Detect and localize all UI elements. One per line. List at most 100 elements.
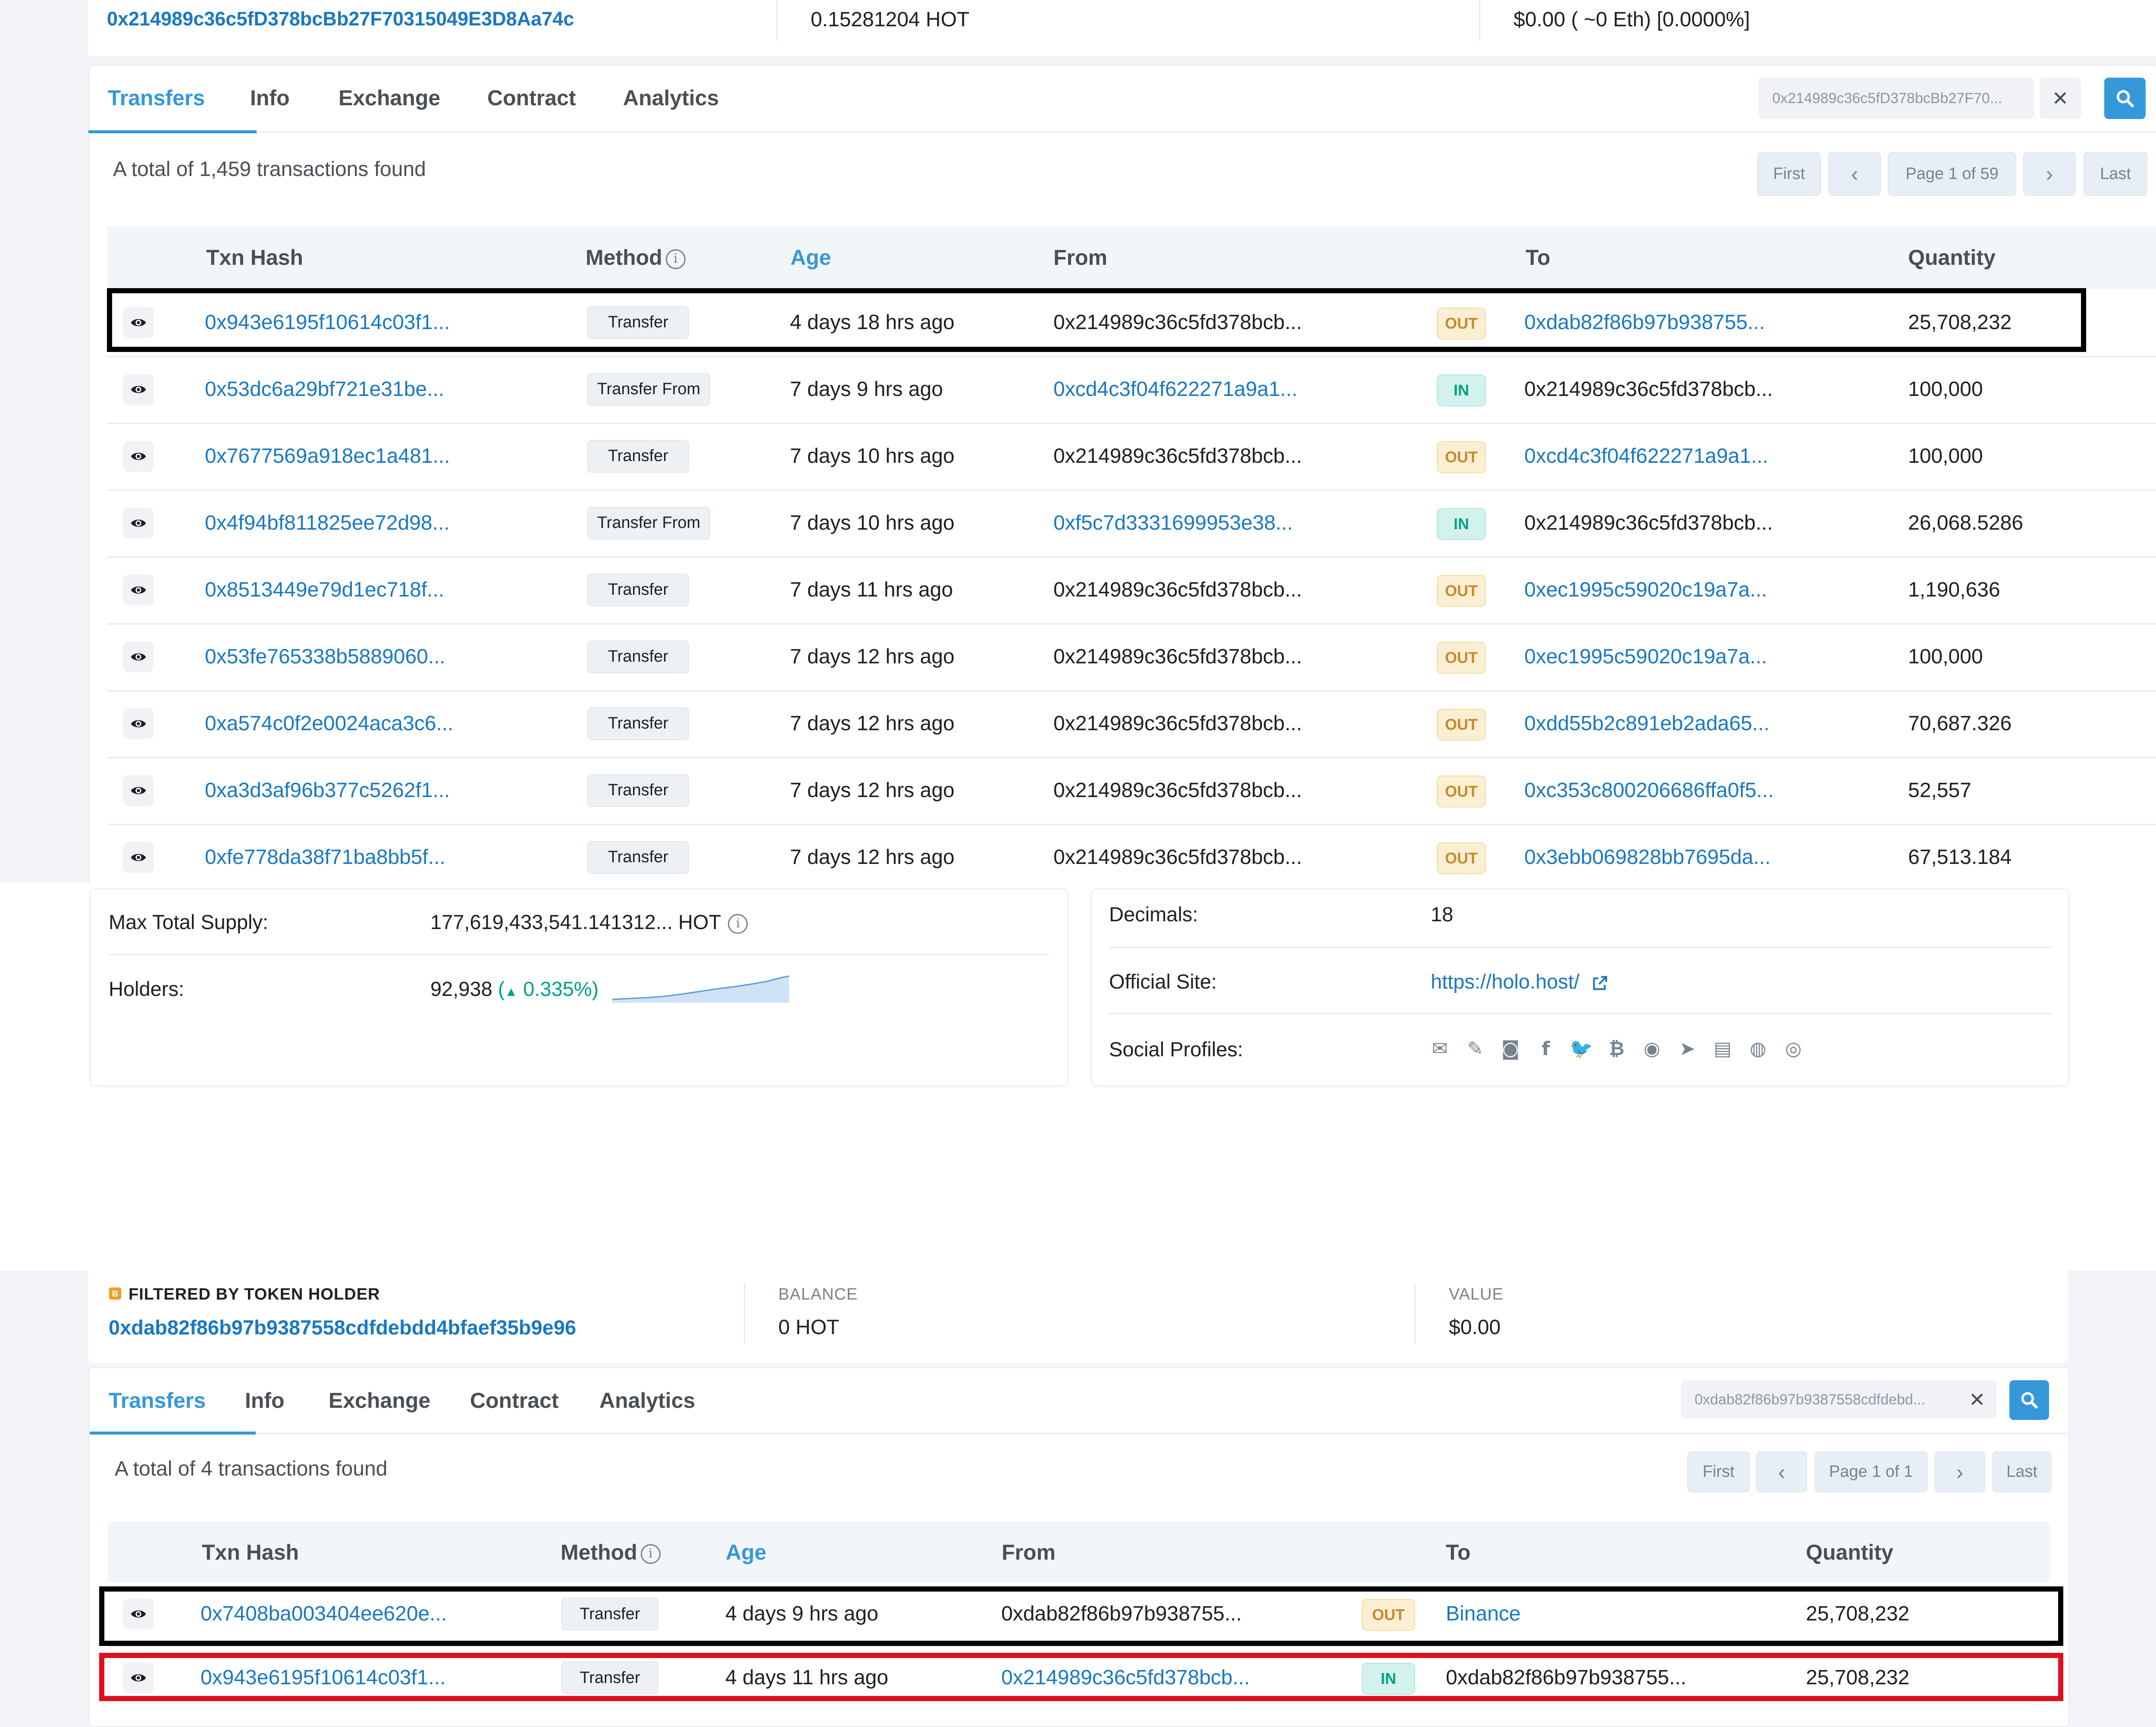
pencil-icon[interactable]: ✎ — [1465, 1038, 1485, 1060]
pagination-last[interactable]: Last — [2084, 152, 2147, 196]
coingecko-icon[interactable]: ◎ — [1783, 1038, 1804, 1060]
social-profiles-label: Social Profiles: — [1109, 1038, 1243, 1061]
to-address[interactable]: 0xc353c800206686ffa0f5... — [1524, 779, 1774, 802]
reddit-icon[interactable]: ◙ — [1500, 1038, 1521, 1060]
pagination-next[interactable]: › — [1934, 1451, 1985, 1492]
tab-contract[interactable]: Contract — [487, 85, 576, 110]
txn-hash-link[interactable]: 0x53dc6a29bf721e31be... — [205, 377, 444, 401]
search-button[interactable] — [2009, 1380, 2049, 1420]
col-txn-hash: Txn Hash — [206, 245, 304, 270]
age-text: 7 days 10 hrs ago — [790, 444, 955, 468]
view-details-icon[interactable] — [123, 842, 154, 873]
value-value: $0.00 — [1449, 1316, 1501, 1339]
max-supply-value: 177,619,433,541.141312... HOT i — [430, 910, 748, 934]
txn-hash-link[interactable]: 0xfe778da38f71ba8bb5f... — [205, 845, 445, 869]
method-badge: Transfer — [587, 841, 689, 874]
search-button[interactable] — [2104, 78, 2146, 119]
pagination-last[interactable]: Last — [1992, 1451, 2052, 1492]
direction-badge: IN — [1437, 374, 1486, 406]
github-icon[interactable]: ◉ — [1642, 1038, 1662, 1060]
tab-transfers[interactable]: Transfers — [108, 85, 205, 110]
tab-active-indicator — [90, 1432, 256, 1435]
tab-analytics[interactable]: Analytics — [599, 1388, 695, 1413]
age-text: 7 days 12 hrs ago — [790, 712, 955, 735]
official-site-link[interactable]: https://holo.host/ — [1431, 970, 1579, 993]
from-address[interactable]: 0xcd4c3f04f622271a9a1... — [1053, 377, 1297, 401]
txn-hash-link[interactable]: 0xa574c0f2e0024aca3c6... — [205, 712, 453, 735]
age-text: 7 days 12 hrs ago — [790, 779, 955, 802]
col-age[interactable]: Age — [790, 245, 831, 270]
highlight-box-black — [99, 1586, 2063, 1646]
to-address[interactable]: 0x3ebb069828bb7695da... — [1524, 845, 1771, 869]
filtered-holder-address[interactable]: 0xdab82f86b97b9387558cdfdebdd4bfaef35b9e… — [109, 1316, 576, 1339]
from-address: 0x214989c36c5fd378bcb... — [1053, 779, 1302, 802]
view-details-icon[interactable] — [123, 507, 154, 539]
holder-address-link[interactable]: 0x214989c36c5fD378bcBb27F70315049E3D8Aa7… — [107, 8, 574, 30]
external-link-icon[interactable] — [1591, 975, 1608, 992]
view-details-icon[interactable] — [123, 775, 154, 806]
divider — [776, 0, 777, 41]
to-address[interactable]: 0xec1995c59020c19a7a... — [1524, 578, 1767, 602]
email-icon[interactable]: ✉ — [1429, 1038, 1450, 1060]
tab-analytics[interactable]: Analytics — [623, 85, 719, 110]
info-icon[interactable]: i — [640, 1544, 661, 1564]
clear-filter-button[interactable]: ✕ — [1958, 1380, 1996, 1419]
row-divider — [107, 623, 2156, 625]
txn-hash-link[interactable]: 0x4f94bf811825ee72d98... — [205, 511, 450, 535]
tab-transfers[interactable]: Transfers — [109, 1388, 206, 1413]
tab-exchange[interactable]: Exchange — [338, 85, 440, 110]
to-address: 0x214989c36c5fd378bcb... — [1524, 511, 1773, 534]
age-text: 7 days 11 hrs ago — [790, 578, 953, 601]
address-filter-input[interactable]: 0xdab82f86b97b9387558cdfdebd... — [1681, 1380, 1962, 1419]
facebook-icon[interactable]: f — [1536, 1038, 1556, 1060]
view-details-icon[interactable] — [123, 440, 154, 472]
col-age[interactable]: Age — [726, 1540, 766, 1565]
pagination-prev[interactable]: ‹ — [1828, 152, 1881, 196]
col-from: From — [1002, 1540, 1056, 1564]
twitter-icon[interactable]: 🐦 — [1570, 1038, 1593, 1060]
txn-hash-link[interactable]: 0x8513449e79d1ec718f... — [205, 578, 444, 602]
quantity-value: 52,557 — [1908, 779, 1971, 802]
from-address: 0x214989c36c5fd378bcb... — [1053, 578, 1302, 601]
direction-badge: IN — [1437, 508, 1486, 540]
from-address[interactable]: 0xf5c7d3331699953e38... — [1053, 511, 1293, 535]
tab-info[interactable]: Info — [245, 1388, 285, 1413]
from-address: 0x214989c36c5fd378bcb... — [1053, 712, 1302, 735]
txn-hash-link[interactable]: 0xa3d3af96b377c5262f1... — [205, 779, 450, 802]
info-icon[interactable]: i — [728, 914, 748, 934]
coinmarketcap-icon[interactable]: ◍ — [1748, 1038, 1768, 1060]
view-details-icon[interactable] — [123, 708, 154, 739]
max-supply-label: Max Total Supply: — [109, 911, 269, 933]
tab-contract[interactable]: Contract — [470, 1388, 559, 1413]
divider — [1414, 1283, 1416, 1344]
txn-hash-link[interactable]: 0x53fe765338b5889060... — [205, 645, 445, 669]
row-divider — [107, 556, 2156, 558]
whitepaper-icon[interactable]: ▤ — [1712, 1038, 1733, 1060]
divider — [744, 1283, 745, 1344]
address-filter-input[interactable]: 0x214989c36c5fD378bcBb27F70... — [1758, 78, 2034, 119]
from-address: 0x214989c36c5fd378bcb... — [1053, 645, 1302, 668]
pagination-first[interactable]: First — [1687, 1451, 1750, 1492]
tab-info[interactable]: Info — [250, 85, 290, 110]
filtered-by-label: FILTERED BY TOKEN HOLDER — [128, 1285, 380, 1303]
bitcointalk-icon[interactable]: ₿ — [1606, 1038, 1627, 1060]
to-address[interactable]: 0xcd4c3f04f622271a9a1... — [1524, 444, 1768, 468]
pagination-first[interactable]: First — [1757, 152, 1821, 196]
col-method: Method i — [586, 245, 686, 270]
view-details-icon[interactable] — [123, 574, 154, 606]
direction-badge: OUT — [1437, 575, 1486, 607]
pagination-prev[interactable]: ‹ — [1756, 1451, 1807, 1492]
tab-exchange[interactable]: Exchange — [329, 1388, 430, 1413]
telegram-icon[interactable]: ➤ — [1677, 1038, 1698, 1060]
clear-filter-button[interactable]: ✕ — [2040, 78, 2081, 119]
method-badge: Transfer From — [587, 506, 710, 540]
info-icon[interactable]: i — [665, 249, 686, 269]
to-address[interactable]: 0xdd55b2c891eb2ada65... — [1524, 712, 1770, 735]
view-details-icon[interactable] — [123, 641, 154, 672]
txn-hash-link[interactable]: 0x7677569a918ec1a481... — [205, 444, 450, 468]
view-details-icon[interactable] — [123, 374, 154, 405]
quantity-value: 26,068.5286 — [1908, 511, 2023, 534]
to-address[interactable]: 0xec1995c59020c19a7a... — [1524, 645, 1767, 669]
pagination-next[interactable]: › — [2023, 152, 2076, 196]
col-to: To — [1526, 245, 1551, 270]
